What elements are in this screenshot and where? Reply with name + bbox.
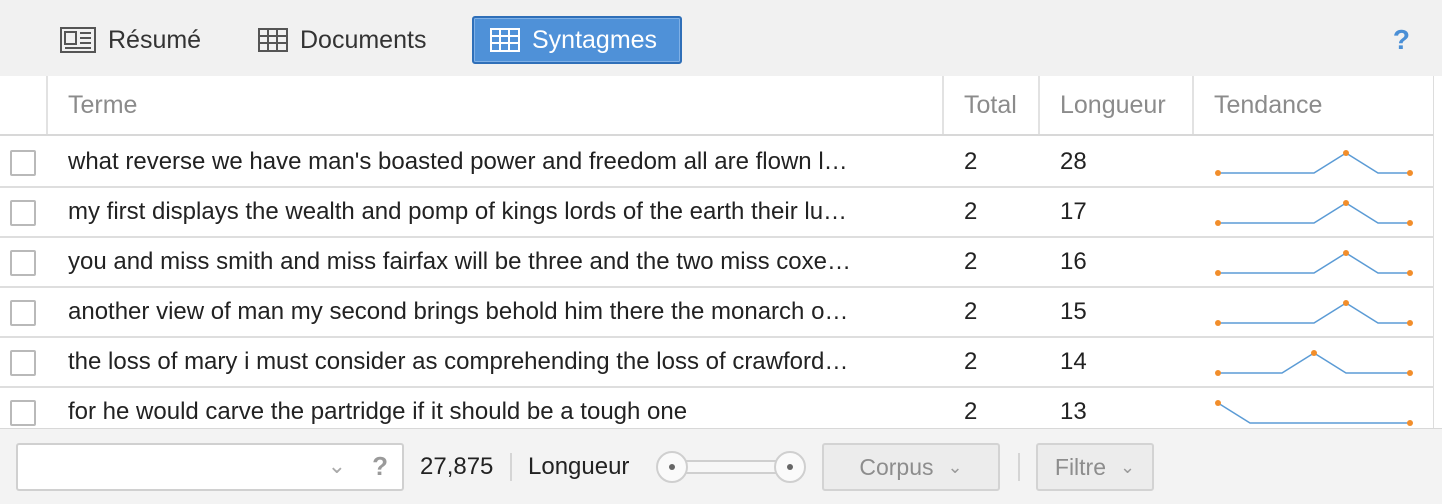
- sparkline-point: [1215, 270, 1221, 276]
- row-checkbox[interactable]: [10, 350, 36, 376]
- trend-sparkline: [1215, 400, 1413, 426]
- search-input[interactable]: ⌄ ?: [16, 443, 404, 491]
- length-range-slider[interactable]: [656, 451, 806, 483]
- length-cell: 15: [1060, 298, 1087, 325]
- table-row[interactable]: you and miss smith and miss fairfax will…: [0, 238, 1433, 288]
- trend-sparkline: [1215, 250, 1413, 276]
- sparkline-point: [1215, 220, 1221, 226]
- sparkline-line: [1218, 302, 1410, 324]
- grid-header: Terme Total Longueur Tendance: [0, 76, 1433, 136]
- sparkline-point: [1343, 250, 1349, 256]
- term-cell: for he would carve the partridge if it s…: [68, 398, 688, 425]
- table-row[interactable]: what reverse we have man's boasted power…: [0, 138, 1433, 188]
- tab-resume[interactable]: Résumé: [48, 16, 213, 64]
- sparkline-point: [1215, 400, 1221, 406]
- filter-label: Filtre: [1054, 453, 1107, 480]
- length-cell: 28: [1060, 148, 1087, 175]
- chevron-down-icon: ⌄: [1120, 456, 1136, 477]
- table-row[interactable]: my first displays the wealth and pomp of…: [0, 188, 1433, 238]
- sparkline-point: [1215, 170, 1221, 176]
- tab-bar: Résumé Documents Syntagmes ?: [0, 0, 1442, 76]
- filter-button[interactable]: Filtre ⌄: [1036, 443, 1154, 491]
- table-row[interactable]: the loss of mary i must consider as comp…: [0, 338, 1433, 388]
- sparkline-point: [1343, 200, 1349, 206]
- sparkline-line: [1218, 252, 1410, 274]
- total-cell: 2: [964, 298, 978, 325]
- chevron-down-icon: ⌄: [947, 456, 963, 477]
- column-header-term[interactable]: Terme: [46, 76, 944, 134]
- table-row[interactable]: for he would carve the partridge if it s…: [0, 388, 1433, 428]
- corpus-button[interactable]: Corpus ⌄: [822, 443, 1000, 491]
- search-help-icon[interactable]: ?: [372, 451, 388, 482]
- sparkline-point: [1407, 170, 1413, 176]
- row-checkbox[interactable]: [10, 300, 36, 326]
- total-cell: 2: [964, 248, 978, 275]
- total-count: 27,875: [420, 453, 494, 480]
- sparkline-line: [1218, 202, 1410, 224]
- length-cell: 16: [1060, 248, 1087, 275]
- sparkline-point: [1311, 350, 1317, 356]
- length-cell: 17: [1060, 198, 1087, 225]
- term-cell: the loss of mary i must consider as comp…: [68, 348, 849, 375]
- total-cell: 2: [964, 398, 978, 425]
- sparkline-point: [1407, 270, 1413, 276]
- term-cell: you and miss smith and miss fairfax will…: [68, 248, 851, 275]
- tab-documents[interactable]: Documents: [246, 16, 438, 64]
- column-header-total[interactable]: Total: [942, 76, 1040, 134]
- slider-handle-min[interactable]: [656, 451, 688, 483]
- column-header-trend[interactable]: Tendance: [1192, 76, 1433, 134]
- table-icon: [490, 28, 520, 52]
- sparkline-line: [1218, 152, 1410, 174]
- sparkline-point: [1407, 420, 1413, 426]
- table-row[interactable]: another view of man my second brings beh…: [0, 288, 1433, 338]
- chevron-down-icon[interactable]: ⌄: [328, 453, 346, 479]
- sparkline-line: [1217, 402, 1410, 424]
- summary-icon: [60, 27, 96, 53]
- table-icon: [258, 28, 288, 52]
- length-label: Longueur: [528, 453, 630, 480]
- sparkline-point: [1407, 320, 1413, 326]
- row-checkbox[interactable]: [10, 200, 36, 226]
- length-cell: 14: [1060, 348, 1087, 375]
- divider: [1018, 453, 1020, 481]
- total-cell: 2: [964, 348, 978, 375]
- term-cell: another view of man my second brings beh…: [68, 298, 849, 325]
- divider: [510, 453, 512, 481]
- sparkline-point: [1215, 320, 1221, 326]
- length-cell: 13: [1060, 398, 1087, 425]
- term-cell: my first displays the wealth and pomp of…: [68, 198, 848, 225]
- tab-label: Documents: [300, 25, 427, 54]
- tab-syntagmes[interactable]: Syntagmes: [472, 16, 682, 64]
- sparkline-point: [1407, 370, 1413, 376]
- tab-label: Syntagmes: [532, 25, 658, 54]
- slider-handle-max[interactable]: [774, 451, 806, 483]
- footer-toolbar: ⌄ ? 27,875 Longueur Corpus ⌄ Filtre ⌄: [0, 428, 1442, 504]
- trend-sparkline: [1215, 200, 1413, 226]
- help-button[interactable]: ?: [1393, 24, 1410, 56]
- column-header-length[interactable]: Longueur: [1038, 76, 1194, 134]
- corpus-label: Corpus: [859, 453, 934, 480]
- trend-sparkline: [1215, 350, 1413, 376]
- phrases-grid: Terme Total Longueur Tendance what rever…: [0, 76, 1434, 428]
- sparkline-point: [1343, 150, 1349, 156]
- trend-sparkline: [1215, 150, 1413, 176]
- sparkline-point: [1215, 370, 1221, 376]
- sparkline-point: [1343, 300, 1349, 306]
- trend-sparkline: [1215, 300, 1413, 326]
- term-cell: what reverse we have man's boasted power…: [68, 148, 848, 175]
- row-checkbox[interactable]: [10, 400, 36, 426]
- total-cell: 2: [964, 198, 978, 225]
- tab-label: Résumé: [108, 25, 202, 54]
- row-checkbox[interactable]: [10, 250, 36, 276]
- row-checkbox[interactable]: [10, 150, 36, 176]
- total-cell: 2: [964, 148, 978, 175]
- sparkline-point: [1407, 220, 1413, 226]
